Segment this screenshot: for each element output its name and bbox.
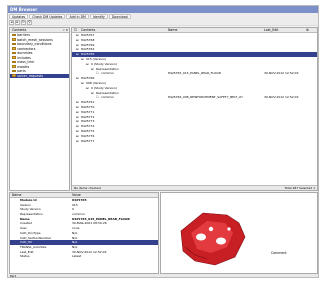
- property-value: Latest: [72, 254, 82, 259]
- folder-icon: [12, 51, 16, 55]
- panel-controls-icon[interactable]: ▿ ✕: [63, 28, 68, 32]
- checked-items-status: No items checked: [74, 186, 101, 190]
- name-column-header[interactable]: Name: [168, 28, 177, 32]
- toolbar: ◂ ▸ ↻ ⚲: [8, 19, 318, 26]
- folder-label: dummies: [17, 51, 33, 55]
- property-name-column-header: Name: [12, 193, 22, 197]
- dm-browser-window: DM Browser Updates Check DM Updates Add …: [7, 5, 319, 278]
- property-rows: Module Id 8425765 Version 015 Study Version 0…: [10, 198, 158, 259]
- menu-identify[interactable]: Identify: [89, 13, 108, 19]
- contents-panel-title: Contents: [12, 28, 27, 32]
- folder-list: barriers batch_mesh_sessions boundary_cond…: [10, 33, 69, 78]
- refresh-icon[interactable]: ↻: [21, 19, 26, 25]
- last-edit-column-header[interactable]: Last_Edit: [264, 28, 278, 32]
- table-row[interactable]: ⊟ 8425777: [72, 139, 317, 144]
- folder-icon: [12, 38, 16, 41]
- contents-tree-panel: Contents ▿ ✕ barriers batch_mesh_sessions…: [9, 27, 70, 191]
- folder-label: barriers: [17, 33, 30, 37]
- property-value-column-header: Value: [72, 193, 81, 197]
- folder-icon: [12, 33, 16, 37]
- contents-table-panel: ☑ Contents Name Last_Edit ⚙ ⊟ 8425767 ⊟ 842…: [71, 27, 318, 191]
- folder-label: boundary_conditions: [17, 42, 52, 46]
- folder-label: connectors: [17, 46, 36, 51]
- search-icon[interactable]: ⚲: [27, 19, 32, 25]
- folder-icon: [12, 60, 16, 64]
- window-title: DM Browser: [8, 6, 318, 13]
- preview-panel: Comment: [160, 192, 318, 274]
- menu-updates[interactable]: Updates: [9, 13, 29, 19]
- contents-status-bar: No items checked Total 287 Selected 1: [72, 185, 317, 190]
- menu-download[interactable]: Download: [108, 13, 131, 19]
- folder-icon: [12, 47, 16, 50]
- property-name: Status: [20, 254, 30, 259]
- expand-icon[interactable]: ⊟: [76, 139, 79, 144]
- contents-rows: ⊟ 8425767 ⊟ 8425768 ⊟ 8425769 ⊟ 8425763 ⊟ 8425765…: [72, 33, 317, 143]
- properties-panel: Name Value Module Id 8425765 Version 015 Stu…: [9, 192, 159, 274]
- total-selected-status: Total 287 Selected 1: [284, 186, 315, 190]
- folder-icon: [12, 74, 16, 77]
- column-settings-icon[interactable]: ⚙: [306, 28, 309, 32]
- folder-label: models: [17, 64, 30, 69]
- folder-label: includes: [17, 55, 31, 60]
- property-row[interactable]: Status Latest: [10, 254, 158, 259]
- folder-icon: [12, 69, 16, 73]
- row-name: 8425777: [81, 138, 95, 143]
- folder-icon: [12, 56, 16, 59]
- folder-icon: [12, 42, 16, 46]
- bottom-status-bar: Part: [8, 274, 318, 278]
- contents-column-title: Contents: [81, 28, 96, 32]
- preview-comment-label: Comment: [271, 251, 287, 255]
- contents-panel-header: Contents ▿ ✕: [10, 28, 69, 33]
- check-column-icon[interactable]: ☑: [74, 28, 77, 32]
- folder-label: parts: [17, 69, 26, 73]
- folder-icon: [12, 65, 16, 68]
- menu-add-in-dm[interactable]: Add in DM: [66, 13, 89, 19]
- folder-label: batch_mesh_sessions: [17, 37, 53, 42]
- bottom-status-label: Part: [10, 274, 16, 278]
- folder-label: solver_requests: [17, 73, 44, 78]
- part-preview-image: [180, 212, 246, 266]
- forward-icon[interactable]: ▸: [15, 19, 20, 25]
- back-icon[interactable]: ◂: [9, 19, 14, 25]
- folder-label: mass_trim: [17, 60, 35, 64]
- menu-check-dm-updates[interactable]: Check DM Updates: [29, 13, 66, 19]
- folder-item[interactable]: solver_requests: [10, 73, 69, 78]
